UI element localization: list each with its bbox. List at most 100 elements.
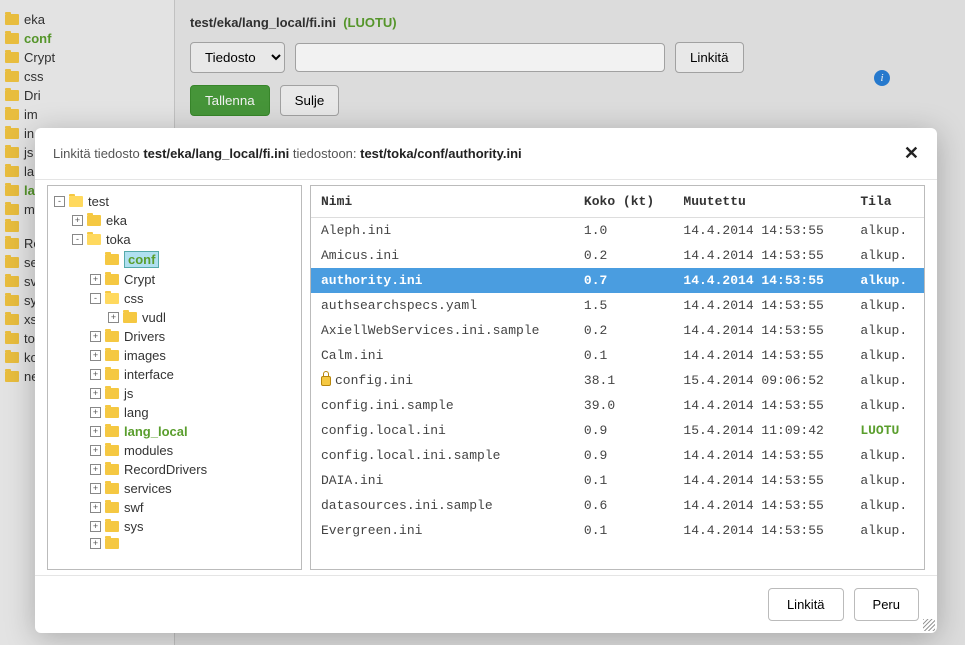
tree-toggle-icon[interactable]: + bbox=[90, 274, 101, 285]
cell-status: alkup. bbox=[850, 368, 924, 393]
table-row[interactable]: Aleph.ini1.014.4.2014 14:53:55alkup. bbox=[311, 218, 924, 244]
tree-node[interactable]: +lang bbox=[52, 403, 297, 422]
tree-node[interactable]: +Drivers bbox=[52, 327, 297, 346]
tree-node[interactable]: +vudl bbox=[52, 308, 297, 327]
col-status[interactable]: Tila bbox=[850, 186, 924, 218]
tree-toggle-icon[interactable]: + bbox=[90, 369, 101, 380]
table-row[interactable]: authsearchspecs.yaml1.514.4.2014 14:53:5… bbox=[311, 293, 924, 318]
cell-name: config.local.ini.sample bbox=[311, 443, 574, 468]
tree-toggle-icon[interactable]: + bbox=[90, 483, 101, 494]
cell-size: 0.6 bbox=[574, 493, 673, 518]
tree-toggle-icon[interactable]: - bbox=[54, 196, 65, 207]
table-row[interactable]: Calm.ini0.114.4.2014 14:53:55alkup. bbox=[311, 343, 924, 368]
tree-node[interactable]: -toka bbox=[52, 230, 297, 249]
tree-node[interactable]: + bbox=[52, 536, 297, 551]
cell-size: 39.0 bbox=[574, 393, 673, 418]
tree-toggle-icon[interactable]: + bbox=[108, 312, 119, 323]
tree-node[interactable]: + eka bbox=[52, 211, 297, 230]
table-row[interactable]: AxiellWebServices.ini.sample0.214.4.2014… bbox=[311, 318, 924, 343]
tree-node[interactable]: + interface bbox=[52, 365, 297, 384]
folder-tree: -test + eka -tokaconf+Crypt - css +vudl+Driver… bbox=[48, 186, 301, 557]
cancel-button[interactable]: Peru bbox=[854, 588, 919, 621]
tree-node[interactable]: +modules bbox=[52, 441, 297, 460]
tree-node[interactable]: +sys bbox=[52, 517, 297, 536]
tree-toggle-icon[interactable]: - bbox=[72, 234, 83, 245]
tree-toggle-icon[interactable]: + bbox=[90, 407, 101, 418]
folder-icon bbox=[69, 196, 83, 207]
cell-status: alkup. bbox=[850, 468, 924, 493]
table-row[interactable]: Amicus.ini0.214.4.2014 14:53:55alkup. bbox=[311, 243, 924, 268]
resize-grip[interactable] bbox=[923, 619, 935, 631]
tree-node[interactable]: +swf bbox=[52, 498, 297, 517]
cell-modified: 14.4.2014 14:53:55 bbox=[673, 268, 850, 293]
tree-node[interactable]: +RecordDrivers bbox=[52, 460, 297, 479]
col-modified[interactable]: Muutettu bbox=[673, 186, 850, 218]
col-name[interactable]: Nimi bbox=[311, 186, 574, 218]
tree-node[interactable]: + js bbox=[52, 384, 297, 403]
table-row[interactable]: authority.ini0.714.4.2014 14:53:55alkup. bbox=[311, 268, 924, 293]
tree-toggle-icon[interactable]: - bbox=[90, 293, 101, 304]
table-row[interactable]: config.ini38.115.4.2014 09:06:52alkup. bbox=[311, 368, 924, 393]
cell-size: 0.1 bbox=[574, 468, 673, 493]
tree-label: eka bbox=[106, 213, 127, 228]
cell-name: Aleph.ini bbox=[311, 218, 574, 244]
tree-toggle-blank bbox=[90, 254, 101, 265]
table-row[interactable]: config.ini.sample39.014.4.2014 14:53:55a… bbox=[311, 393, 924, 418]
tree-toggle-icon[interactable]: + bbox=[90, 538, 101, 549]
lock-icon bbox=[321, 376, 331, 386]
modal-title-prefix: Linkitä tiedosto bbox=[53, 146, 143, 161]
tree-toggle-icon[interactable]: + bbox=[90, 502, 101, 513]
cell-name: authsearchspecs.yaml bbox=[311, 293, 574, 318]
cell-size: 0.2 bbox=[574, 243, 673, 268]
folder-icon bbox=[105, 331, 119, 342]
table-row[interactable]: Evergreen.ini0.114.4.2014 14:53:55alkup. bbox=[311, 518, 924, 543]
tree-node[interactable]: conf bbox=[52, 249, 297, 270]
table-row[interactable]: datasources.ini.sample0.614.4.2014 14:53… bbox=[311, 493, 924, 518]
cell-size: 0.9 bbox=[574, 418, 673, 443]
cell-name: AxiellWebServices.ini.sample bbox=[311, 318, 574, 343]
tree-toggle-icon[interactable]: + bbox=[90, 388, 101, 399]
modal-header: Linkitä tiedosto test/eka/lang_local/fi.… bbox=[35, 128, 937, 180]
modal-title-mid: tiedostoon: bbox=[289, 146, 360, 161]
cell-status: alkup. bbox=[850, 218, 924, 244]
tree-label: lang_local bbox=[124, 424, 188, 439]
folder-icon bbox=[105, 254, 119, 265]
tree-node[interactable]: +Crypt bbox=[52, 270, 297, 289]
tree-toggle-icon[interactable]: + bbox=[90, 426, 101, 437]
cell-status: alkup. bbox=[850, 518, 924, 543]
folder-tree-panel[interactable]: -test + eka -tokaconf+Crypt - css +vudl+Driver… bbox=[47, 185, 302, 570]
cell-modified: 14.4.2014 14:53:55 bbox=[673, 293, 850, 318]
tree-toggle-icon[interactable]: + bbox=[90, 464, 101, 475]
tree-toggle-icon[interactable]: + bbox=[72, 215, 83, 226]
tree-toggle-icon[interactable]: + bbox=[90, 331, 101, 342]
tree-node[interactable]: +services bbox=[52, 479, 297, 498]
tree-node[interactable]: +images bbox=[52, 346, 297, 365]
cell-status: LUOTU bbox=[850, 418, 924, 443]
cell-size: 38.1 bbox=[574, 368, 673, 393]
tree-toggle-icon[interactable]: + bbox=[90, 445, 101, 456]
folder-icon bbox=[105, 502, 119, 513]
tree-toggle-icon[interactable]: + bbox=[90, 350, 101, 361]
file-list-panel[interactable]: Nimi Koko (kt) Muutettu Tila Aleph.ini1.… bbox=[310, 185, 925, 570]
tree-toggle-icon[interactable]: + bbox=[90, 521, 101, 532]
cell-modified: 15.4.2014 11:09:42 bbox=[673, 418, 850, 443]
tree-label: interface bbox=[124, 367, 174, 382]
link-button[interactable]: Linkitä bbox=[768, 588, 844, 621]
table-row[interactable]: DAIA.ini0.114.4.2014 14:53:55alkup. bbox=[311, 468, 924, 493]
cell-status: alkup. bbox=[850, 318, 924, 343]
cell-modified: 14.4.2014 14:53:55 bbox=[673, 443, 850, 468]
tree-node[interactable]: + lang_local bbox=[52, 422, 297, 441]
tree-label: css bbox=[124, 291, 144, 306]
close-icon[interactable]: ✕ bbox=[904, 143, 919, 164]
folder-icon bbox=[105, 407, 119, 418]
col-size[interactable]: Koko (kt) bbox=[574, 186, 673, 218]
folder-icon bbox=[105, 293, 119, 304]
tree-node[interactable]: - css bbox=[52, 289, 297, 308]
tree-label: js bbox=[124, 386, 133, 401]
cell-size: 0.2 bbox=[574, 318, 673, 343]
table-row[interactable]: config.local.ini.sample0.914.4.2014 14:5… bbox=[311, 443, 924, 468]
cell-status: alkup. bbox=[850, 268, 924, 293]
table-row[interactable]: config.local.ini0.915.4.2014 11:09:42LUO… bbox=[311, 418, 924, 443]
tree-node[interactable]: -test bbox=[52, 192, 297, 211]
folder-icon bbox=[105, 445, 119, 456]
